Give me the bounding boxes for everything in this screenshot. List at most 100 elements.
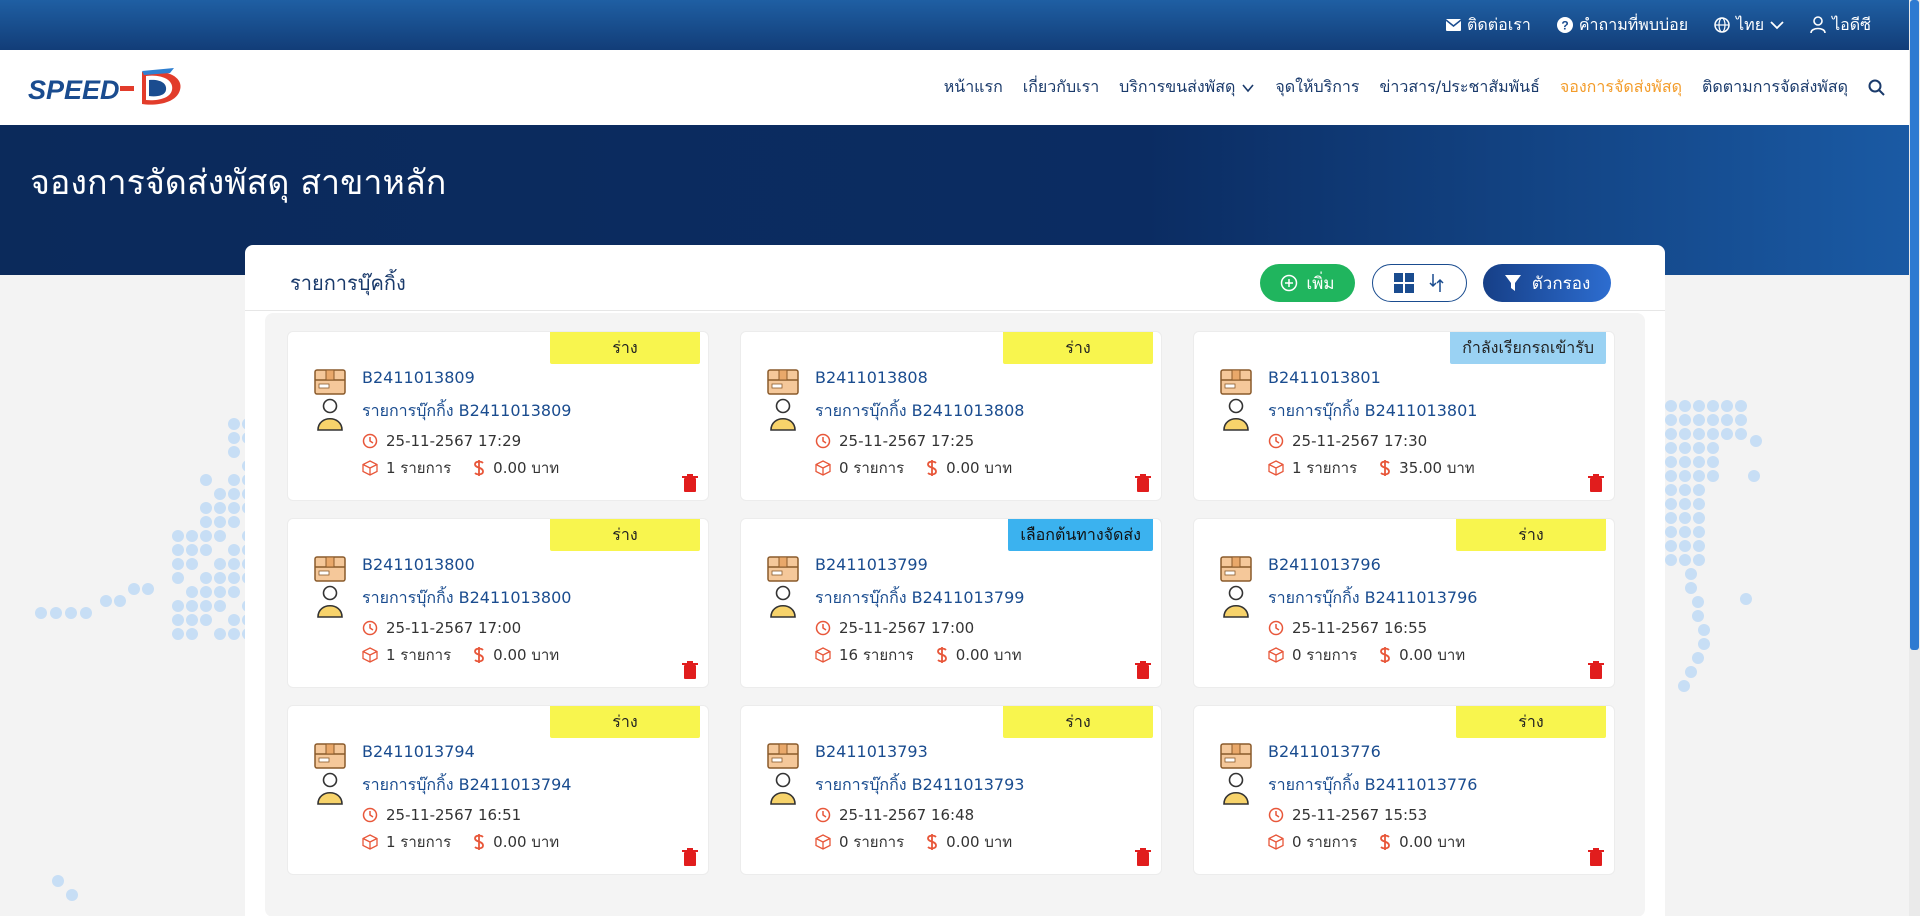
map-dot <box>172 614 184 626</box>
user-menu[interactable]: ไอดีซี <box>1810 13 1871 38</box>
map-dot <box>1692 596 1704 608</box>
booking-card[interactable]: ร่าง B2411013808 รายการบุ๊กกิ้ง B2411013… <box>740 331 1162 501</box>
language-selector[interactable]: ไทย <box>1714 13 1784 38</box>
box-icon <box>362 834 378 850</box>
map-dot <box>52 875 64 887</box>
map-dot <box>1692 610 1704 622</box>
delete-icon[interactable] <box>682 661 698 679</box>
status-badge: ร่าง <box>550 519 700 551</box>
nav-item-3[interactable]: จุดให้บริการ <box>1275 75 1359 100</box>
booking-code[interactable]: B2411013799 <box>815 555 928 574</box>
plus-circle-icon <box>1281 274 1298 292</box>
booking-name[interactable]: รายการบุ๊กกิ้ง B2411013794 <box>362 773 571 798</box>
booking-datetime-row: 25-11-2567 16:48 <box>815 806 974 824</box>
booking-name[interactable]: รายการบุ๊กกิ้ง B2411013809 <box>362 399 571 424</box>
main-navbar: SPEED หน้าแรก เกี่ยวกับเรา บริการขนส่งพัสด… <box>0 50 1909 125</box>
booking-code[interactable]: B2411013776 <box>1268 742 1381 761</box>
filter-button[interactable]: ตัวกรอง <box>1483 264 1611 302</box>
map-dot <box>80 607 92 619</box>
map-dot <box>1685 582 1697 594</box>
map-dot <box>228 432 240 444</box>
booking-card[interactable]: ร่าง B2411013776 รายการบุ๊กกิ้ง B2411013… <box>1193 705 1615 875</box>
panel-header: รายการบุ๊คกิ้ง เพิ่ม ตัวกรอง <box>245 245 1665 311</box>
booking-name[interactable]: รายการบุ๊กกิ้ง B2411013808 <box>815 399 1024 424</box>
nav-item-label: ข่าวสาร/ประชาสัมพันธ์ <box>1379 77 1540 96</box>
nav-item-0[interactable]: หน้าแรก <box>944 75 1003 100</box>
booking-name[interactable]: รายการบุ๊กกิ้ง B2411013793 <box>815 773 1024 798</box>
speed-d-logo[interactable]: SPEED <box>24 66 184 110</box>
nav-item-4[interactable]: ข่าวสาร/ประชาสัมพันธ์ <box>1379 75 1539 100</box>
booking-name[interactable]: รายการบุ๊กกิ้ง B2411013801 <box>1268 399 1477 424</box>
map-dot <box>228 628 240 640</box>
map-dot <box>1679 498 1691 510</box>
add-button[interactable]: เพิ่ม <box>1260 264 1355 302</box>
booking-card[interactable]: ร่าง B2411013800 รายการบุ๊กกิ้ง B2411013… <box>287 518 709 688</box>
map-dot <box>228 558 240 570</box>
page-scrollbar[interactable] <box>1909 0 1920 916</box>
grid-view-icon <box>1393 273 1414 293</box>
nav-item-label: ติดตามการจัดส่งพัสดุ <box>1701 77 1848 96</box>
delete-icon[interactable] <box>1135 474 1151 492</box>
booking-name[interactable]: รายการบุ๊กกิ้ง B2411013799 <box>815 586 1024 611</box>
scrollbar-thumb[interactable] <box>1910 0 1919 650</box>
booking-amount: 35.00 บาท <box>1399 459 1475 477</box>
nav-item-1[interactable]: เกี่ยวกับเรา <box>1023 75 1099 100</box>
view-sort-toggle[interactable] <box>1372 264 1467 302</box>
delete-icon[interactable] <box>1135 848 1151 866</box>
map-dot <box>200 614 212 626</box>
booking-items: 1 รายการ <box>1292 459 1358 477</box>
add-label: เพิ่ม <box>1306 273 1335 294</box>
search-icon[interactable] <box>1868 79 1885 96</box>
delete-icon[interactable] <box>682 474 698 492</box>
booking-amount: 0.00 บาท <box>493 646 560 664</box>
booking-code[interactable]: B2411013796 <box>1268 555 1381 574</box>
contact-link[interactable]: ติดต่อเรา <box>1446 13 1531 38</box>
booking-code[interactable]: B2411013794 <box>362 742 475 761</box>
nav-item-5[interactable]: จองการจัดส่งพัสดุ <box>1560 75 1682 100</box>
map-dot <box>1665 540 1677 552</box>
map-dot <box>1679 414 1691 426</box>
nav-item-6[interactable]: ติดตามการจัดส่งพัสดุ <box>1702 75 1848 100</box>
booking-card[interactable]: ร่าง B2411013796 รายการบุ๊กกิ้ง B2411013… <box>1193 518 1615 688</box>
top-utility-bar: ติดต่อเรา ? คำถามที่พบบ่อย ไทย ไอดีซี <box>0 0 1909 50</box>
map-dot <box>200 502 212 514</box>
map-dot <box>1735 414 1747 426</box>
booking-name[interactable]: รายการบุ๊กกิ้ง B2411013800 <box>362 586 571 611</box>
booking-name[interactable]: รายการบุ๊กกิ้ง B2411013796 <box>1268 586 1477 611</box>
booking-code[interactable]: B2411013809 <box>362 368 475 387</box>
nav-item-2[interactable]: บริการขนส่งพัสดุ <box>1119 75 1255 100</box>
booking-datetime-row: 25-11-2567 17:25 <box>815 432 974 450</box>
map-dot <box>1692 652 1704 664</box>
booking-code[interactable]: B2411013800 <box>362 555 475 574</box>
map-dot <box>1665 484 1677 496</box>
booking-code[interactable]: B2411013801 <box>1268 368 1381 387</box>
delete-icon[interactable] <box>1588 848 1604 866</box>
map-dot <box>1679 540 1691 552</box>
clock-icon <box>362 433 378 449</box>
status-badge: ร่าง <box>550 332 700 364</box>
booking-card[interactable]: ร่าง B2411013793 รายการบุ๊กกิ้ง B2411013… <box>740 705 1162 875</box>
booking-card[interactable]: กำลังเรียกรถเข้ารับ B2411013801 รายการบุ… <box>1193 331 1615 501</box>
map-dot <box>200 544 212 556</box>
faq-link[interactable]: ? คำถามที่พบบ่อย <box>1556 13 1688 38</box>
booking-code[interactable]: B2411013808 <box>815 368 928 387</box>
map-dot <box>228 474 240 486</box>
booking-card[interactable]: เลือกต้นทางจัดส่ง B2411013799 รายการบุ๊ก… <box>740 518 1162 688</box>
map-dot <box>228 516 240 528</box>
delete-icon[interactable] <box>1588 474 1604 492</box>
booking-card[interactable]: ร่าง B2411013809 รายการบุ๊กกิ้ง B2411013… <box>287 331 709 501</box>
clock-icon <box>815 620 831 636</box>
delete-icon[interactable] <box>682 848 698 866</box>
booking-datetime: 25-11-2567 17:00 <box>839 619 975 637</box>
booking-name[interactable]: รายการบุ๊กกิ้ง B2411013776 <box>1268 773 1477 798</box>
map-dot <box>142 583 154 595</box>
status-badge: ร่าง <box>1003 332 1153 364</box>
map-dot <box>1679 442 1691 454</box>
booking-code[interactable]: B2411013793 <box>815 742 928 761</box>
delete-icon[interactable] <box>1588 661 1604 679</box>
parcel-user-icon <box>314 369 346 431</box>
delete-icon[interactable] <box>1135 661 1151 679</box>
map-dot <box>172 600 184 612</box>
map-dot <box>1693 512 1705 524</box>
booking-card[interactable]: ร่าง B2411013794 รายการบุ๊กกิ้ง B2411013… <box>287 705 709 875</box>
